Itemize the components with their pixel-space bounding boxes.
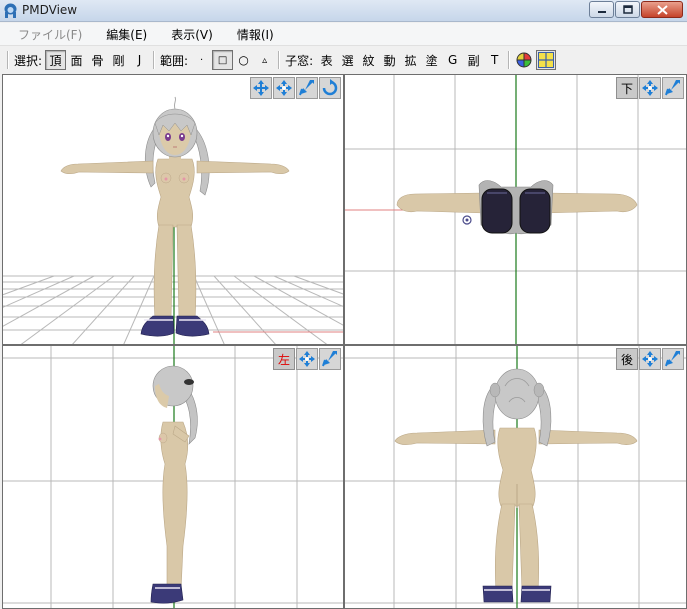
child-window-texture-button[interactable]: 紋: [358, 50, 379, 70]
pan-icon: [299, 351, 315, 367]
child-window-t-button[interactable]: T: [484, 50, 505, 70]
range-rect-button[interactable]: □: [212, 50, 234, 70]
front-scene: [3, 96, 343, 344]
pmdview-app-icon: [4, 3, 17, 18]
menu-file[interactable]: ファイル(F): [6, 26, 94, 43]
toolbar-grip: [7, 51, 9, 69]
front-view-toolbar: [250, 77, 341, 99]
pan-icon: [642, 80, 658, 96]
menu-info[interactable]: 情報(I): [225, 26, 286, 43]
character-model-back: [394, 368, 638, 603]
menu-edit[interactable]: 編集(E): [94, 26, 159, 43]
child-window-label: 子窓:: [285, 53, 314, 68]
window-title: PMDView: [22, 3, 78, 17]
menu-bar: ファイル(F) 編集(E) 表示(V) 情報(I): [0, 23, 687, 46]
color-wheel-icon: [516, 52, 532, 68]
child-window-table-button[interactable]: 表: [316, 50, 337, 70]
maximize-button[interactable]: [615, 1, 640, 18]
bottom-view-toolbar: 下: [616, 77, 684, 99]
zoom-icon: [665, 80, 680, 96]
pan-icon: [276, 80, 292, 96]
zoom-icon: [322, 351, 337, 367]
bottom-scene: [345, 75, 686, 344]
left-zoom-button[interactable]: [319, 348, 341, 370]
pan-icon: [642, 351, 658, 367]
child-window-sub-button[interactable]: 副: [463, 50, 484, 70]
left-scene: [3, 346, 343, 608]
select-face-button[interactable]: 面: [66, 50, 87, 70]
front-viewport[interactable]: [2, 74, 344, 345]
left-view-label[interactable]: 左: [273, 348, 295, 370]
minimize-button[interactable]: [589, 1, 614, 18]
left-pan-button[interactable]: [296, 348, 318, 370]
bottom-viewport[interactable]: 下: [344, 74, 687, 345]
four-view-icon: [538, 52, 555, 68]
back-scene: [345, 346, 686, 608]
maximize-icon: [622, 5, 633, 14]
select-bone-button[interactable]: 骨: [87, 50, 108, 70]
back-viewport[interactable]: 後: [344, 345, 687, 609]
left-view-toolbar: 左: [273, 348, 341, 370]
rotate-icon: [322, 79, 338, 96]
child-window-paint-button[interactable]: 塗: [421, 50, 442, 70]
toolbar-separator: [278, 51, 281, 69]
toolbar: 選択: 頂 面 骨 剛 J 範囲: · □ ○ ▵ 子窓: 表 選 紋 動 拡 …: [0, 47, 687, 73]
back-pan-button[interactable]: [639, 348, 661, 370]
character-model-bottom: [396, 180, 638, 235]
child-window-scale-button[interactable]: 拡: [400, 50, 421, 70]
bottom-zoom-button[interactable]: [662, 77, 684, 99]
select-label: 選択:: [14, 53, 43, 68]
character-model-left: [150, 365, 198, 604]
front-pan-button[interactable]: [273, 77, 295, 99]
range-triangle-button[interactable]: ▵: [254, 50, 275, 70]
front-rotate-button[interactable]: [319, 77, 341, 99]
toolbar-separator: [153, 51, 156, 69]
child-window-motion-button[interactable]: 動: [379, 50, 400, 70]
minimize-icon: [597, 10, 606, 13]
menu-view[interactable]: 表示(V): [159, 26, 225, 43]
title-bar: PMDView: [0, 0, 687, 22]
child-window-g-button[interactable]: G: [442, 50, 463, 70]
range-label: 範囲:: [160, 53, 189, 68]
bottom-view-label[interactable]: 下: [616, 77, 638, 99]
zoom-icon: [665, 351, 680, 367]
color-wheel-button[interactable]: [514, 50, 534, 70]
range-circle-button[interactable]: ○: [233, 50, 254, 70]
back-view-label[interactable]: 後: [616, 348, 638, 370]
select-joint-button[interactable]: J: [129, 50, 150, 70]
back-view-toolbar: 後: [616, 348, 684, 370]
bottom-pan-button[interactable]: [639, 77, 661, 99]
front-move-button[interactable]: [250, 77, 272, 99]
select-rigid-button[interactable]: 剛: [108, 50, 129, 70]
close-icon: [656, 4, 668, 15]
select-vertex-button[interactable]: 頂: [45, 50, 67, 70]
back-zoom-button[interactable]: [662, 348, 684, 370]
front-zoom-button[interactable]: [296, 77, 318, 99]
left-viewport[interactable]: 左: [2, 345, 344, 609]
close-button[interactable]: [641, 1, 683, 18]
character-model-front: [60, 96, 290, 337]
move-icon: [253, 80, 269, 96]
zoom-icon: [299, 80, 314, 96]
toolbar-separator: [508, 51, 511, 69]
child-window-select-button[interactable]: 選: [337, 50, 358, 70]
range-point-button[interactable]: ·: [191, 50, 212, 70]
four-view-button[interactable]: [536, 50, 557, 70]
